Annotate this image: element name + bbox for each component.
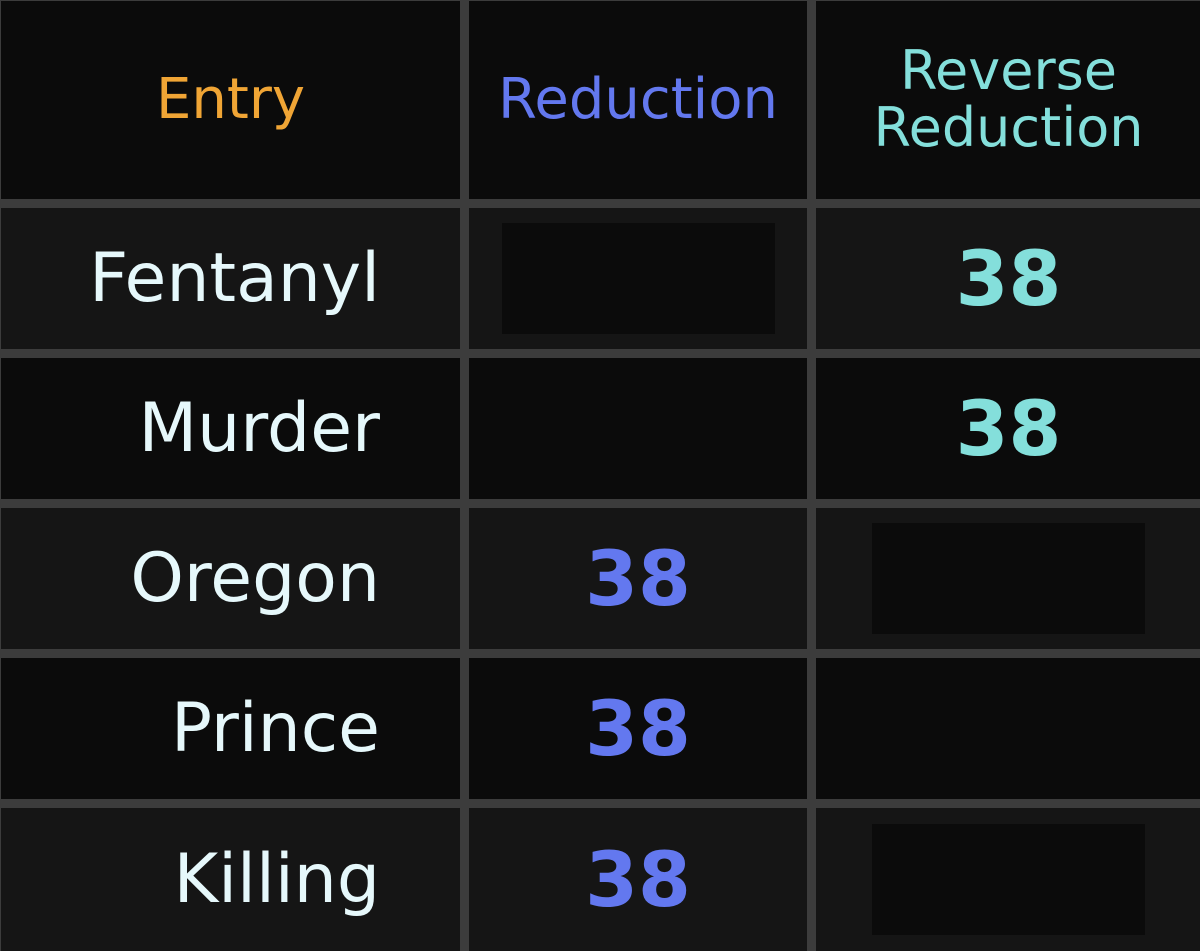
- table-cell-reverse-reduction: 38: [816, 358, 1200, 499]
- table-row-entry: Fentanyl: [1, 208, 460, 349]
- table-cell-reverse-reduction: 38: [816, 208, 1200, 349]
- empty-cell-block: [872, 824, 1145, 935]
- table-cell-reduction: 38: [469, 658, 807, 799]
- table-row-entry: Murder: [1, 358, 460, 499]
- table-cell-reduction: 38: [469, 508, 807, 649]
- empty-cell-block: [872, 523, 1145, 634]
- table-row-entry: Prince: [1, 658, 460, 799]
- table-cell-reduction: [469, 208, 807, 349]
- header-reverse-reduction-label: Reverse Reduction: [873, 39, 1144, 159]
- header-entry: Entry: [1, 1, 460, 199]
- table-cell-reverse-reduction: [816, 508, 1200, 649]
- empty-cell-block: [501, 223, 775, 334]
- table-cell-reverse-reduction: [816, 808, 1200, 951]
- header-reverse-reduction: Reverse Reduction: [816, 1, 1200, 199]
- header-reduction: Reduction: [469, 1, 807, 199]
- table-row-entry: Killing: [1, 808, 460, 951]
- gematria-table: Entry Reduction Reverse Reduction Fentan…: [0, 0, 1200, 951]
- table-row-entry: Oregon: [1, 508, 460, 649]
- table-cell-reduction: [469, 358, 807, 499]
- table-cell-reduction: 38: [469, 808, 807, 951]
- table-cell-reverse-reduction: [816, 658, 1200, 799]
